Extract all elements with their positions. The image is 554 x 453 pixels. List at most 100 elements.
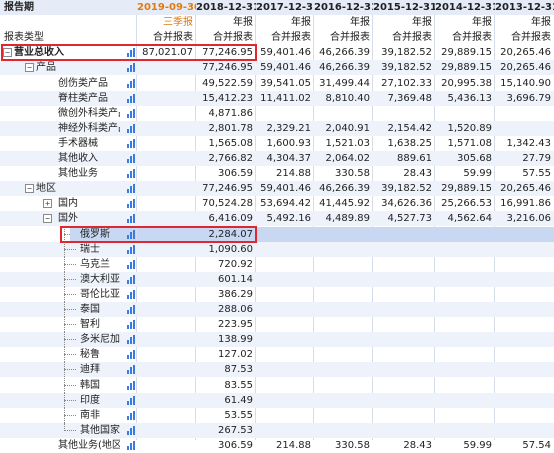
value-cell[interactable] <box>137 76 196 91</box>
value-cell[interactable]: 77,246.95 <box>196 60 256 75</box>
header-cell-date[interactable]: 2013-12-31 <box>495 0 554 15</box>
value-cell[interactable]: 330.58 <box>314 166 373 181</box>
value-cell[interactable] <box>435 317 495 332</box>
value-cell[interactable] <box>314 408 373 423</box>
value-cell[interactable] <box>373 347 435 362</box>
value-cell[interactable] <box>373 287 435 302</box>
value-cell[interactable]: 39,182.52 <box>373 45 435 60</box>
value-cell[interactable] <box>435 423 495 438</box>
value-cell[interactable]: 214.88 <box>256 438 314 453</box>
bar-chart-icon[interactable] <box>127 63 135 73</box>
value-cell[interactable]: 2,040.91 <box>314 121 373 136</box>
value-cell[interactable] <box>435 362 495 377</box>
value-cell[interactable] <box>435 272 495 287</box>
value-cell[interactable]: 305.68 <box>435 151 495 166</box>
value-cell[interactable] <box>256 393 314 408</box>
value-cell[interactable]: 1,090.60 <box>196 242 256 257</box>
value-cell[interactable] <box>495 242 554 257</box>
table-row[interactable]: 俄罗斯 2,284.07 <box>0 226 554 242</box>
header-cell-date[interactable]: 2014-12-31 <box>435 0 495 15</box>
value-cell[interactable] <box>435 332 495 347</box>
value-cell[interactable]: 2,766.82 <box>196 151 256 166</box>
value-cell[interactable] <box>256 257 314 272</box>
value-cell[interactable] <box>256 317 314 332</box>
value-cell[interactable] <box>137 423 196 438</box>
collapse-icon[interactable]: − <box>3 48 12 58</box>
value-cell[interactable]: 77,246.95 <box>196 181 256 196</box>
value-cell[interactable] <box>495 272 554 287</box>
value-cell[interactable]: 720.92 <box>196 257 256 272</box>
value-cell[interactable] <box>373 106 435 121</box>
bar-chart-icon[interactable] <box>127 365 135 375</box>
value-cell[interactable]: 29,889.15 <box>435 45 495 60</box>
value-cell[interactable] <box>314 302 373 317</box>
bar-chart-icon[interactable] <box>127 410 135 420</box>
value-cell[interactable] <box>373 362 435 377</box>
value-cell[interactable]: 39,182.52 <box>373 60 435 75</box>
value-cell[interactable]: 3,696.79 <box>495 91 554 106</box>
header-cell-date[interactable]: 2019-09-30 <box>137 0 196 15</box>
value-cell[interactable]: 20,265.46 <box>495 60 554 75</box>
value-cell[interactable]: 330.58 <box>314 438 373 453</box>
header-cell-type[interactable]: 合并报表 <box>314 30 373 45</box>
value-cell[interactable] <box>137 378 196 393</box>
value-cell[interactable] <box>373 226 435 242</box>
value-cell[interactable]: 28.43 <box>373 166 435 181</box>
value-cell[interactable]: 27.79 <box>495 151 554 166</box>
value-cell[interactable]: 1,565.08 <box>196 136 256 151</box>
value-cell[interactable]: 1,342.43 <box>495 136 554 151</box>
bar-chart-icon[interactable] <box>127 425 135 435</box>
value-cell[interactable]: 138.99 <box>196 332 256 347</box>
value-cell[interactable] <box>256 287 314 302</box>
bar-chart-icon[interactable] <box>127 138 135 148</box>
bar-chart-icon[interactable] <box>127 154 135 163</box>
value-cell[interactable] <box>314 226 373 242</box>
value-cell[interactable] <box>256 362 314 377</box>
table-row[interactable]: 南非 53.55 <box>0 407 554 423</box>
value-cell[interactable] <box>137 226 196 242</box>
value-cell[interactable] <box>256 106 314 121</box>
value-cell[interactable] <box>137 196 196 211</box>
table-row[interactable]: − 产品 77,246.95 59,401.46 46,266.39 39,182.52 2… <box>0 60 554 76</box>
bar-chart-icon[interactable] <box>127 244 135 254</box>
header-cell-type[interactable]: 合并报表 <box>256 30 314 45</box>
value-cell[interactable]: 15,412.23 <box>196 91 256 106</box>
value-cell[interactable] <box>435 347 495 362</box>
value-cell[interactable]: 57.54 <box>495 438 554 453</box>
value-cell[interactable]: 1,571.08 <box>435 136 495 151</box>
table-row[interactable]: 神经外科类产品 2,801.782,329.212,040.912,154.421… <box>0 120 554 136</box>
value-cell[interactable]: 1,600.93 <box>256 136 314 151</box>
value-cell[interactable] <box>137 211 196 226</box>
value-cell[interactable]: 16,991.86 <box>495 196 554 211</box>
value-cell[interactable]: 59.99 <box>435 438 495 453</box>
value-cell[interactable]: 59.99 <box>435 166 495 181</box>
value-cell[interactable]: 61.49 <box>196 393 256 408</box>
value-cell[interactable]: 59,401.46 <box>256 45 314 60</box>
table-row[interactable]: 脊柱类产品 15,412.23 11,411.02 8,810.40 7,369.48 5… <box>0 90 554 106</box>
value-cell[interactable]: 4,527.73 <box>373 211 435 226</box>
table-row[interactable]: 哥伦比亚 386.29 <box>0 286 554 302</box>
header-cell-date[interactable]: 2018-12-31 <box>196 0 256 15</box>
value-cell[interactable]: 49,522.59 <box>196 76 256 91</box>
value-cell[interactable] <box>256 347 314 362</box>
value-cell[interactable]: 889.61 <box>373 151 435 166</box>
value-cell[interactable]: 59,401.46 <box>256 181 314 196</box>
value-cell[interactable] <box>314 378 373 393</box>
value-cell[interactable] <box>137 151 196 166</box>
value-cell[interactable]: 83.55 <box>196 378 256 393</box>
value-cell[interactable] <box>373 302 435 317</box>
value-cell[interactable] <box>495 378 554 393</box>
value-cell[interactable]: 20,995.38 <box>435 76 495 91</box>
value-cell[interactable] <box>373 332 435 347</box>
header-cell-report[interactable]: 年报 <box>495 15 554 30</box>
value-cell[interactable]: 39,182.52 <box>373 181 435 196</box>
bar-chart-icon[interactable] <box>127 184 135 194</box>
bar-chart-icon[interactable] <box>127 305 135 314</box>
value-cell[interactable] <box>495 287 554 302</box>
value-cell[interactable] <box>137 257 196 272</box>
value-cell[interactable] <box>137 393 196 408</box>
value-cell[interactable]: 25,266.53 <box>435 196 495 211</box>
value-cell[interactable] <box>495 226 554 242</box>
value-cell[interactable]: 1,520.89 <box>435 121 495 136</box>
collapse-icon[interactable]: − <box>25 184 34 194</box>
